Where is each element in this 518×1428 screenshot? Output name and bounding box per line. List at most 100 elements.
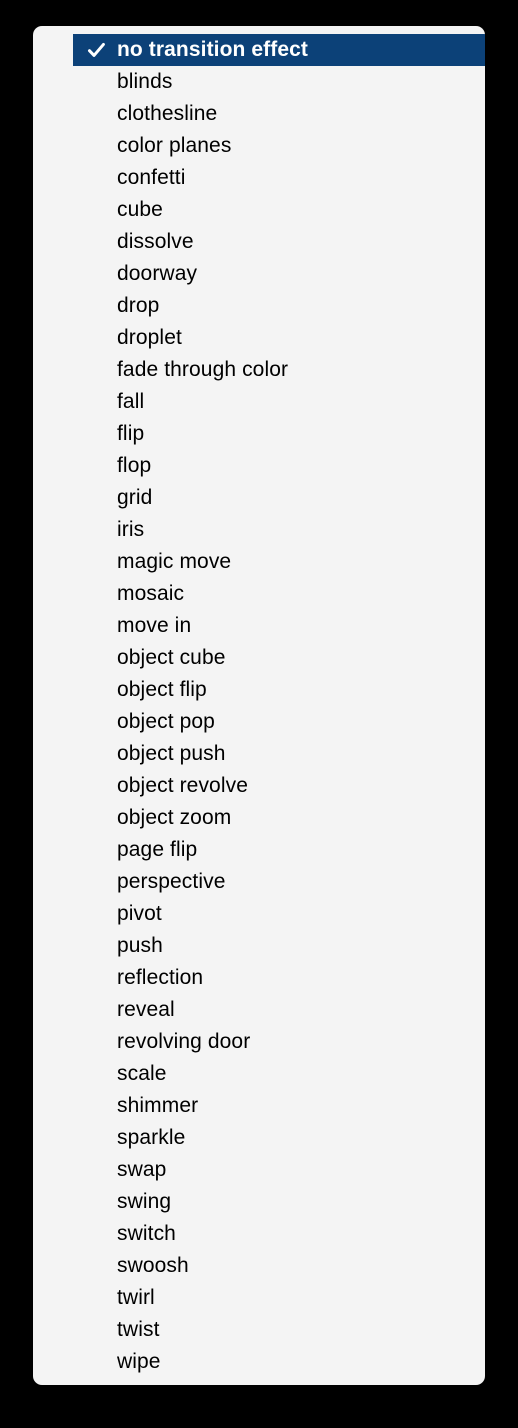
menu-item-move-in[interactable]: move in [73,610,485,642]
checkmark-icon [87,41,106,60]
check-slot [73,937,117,956]
menu-item-object-push[interactable]: object push [73,738,485,770]
menu-item-color-planes[interactable]: color planes [73,130,485,162]
check-slot [73,1257,117,1276]
check-slot [73,361,117,380]
menu-item-page-flip[interactable]: page flip [73,834,485,866]
menu-item-twirl[interactable]: twirl [73,1282,485,1314]
check-slot [73,329,117,348]
check-slot [73,617,117,636]
menu-item-label: cube [117,198,163,221]
check-slot [73,745,117,764]
check-slot [73,809,117,828]
check-slot [73,489,117,508]
check-slot [73,681,117,700]
menu-item-label: swap [117,1158,167,1181]
check-slot [73,1161,117,1180]
menu-item-label: switch [117,1222,176,1245]
menu-item-label: swoosh [117,1254,189,1277]
menu-item-label: no transition effect [117,38,309,61]
menu-item-iris[interactable]: iris [73,514,485,546]
menu-item-label: reflection [117,966,204,989]
check-slot [73,905,117,924]
check-slot [73,105,117,124]
menu-item-label: push [117,934,163,957]
menu-item-sparkle[interactable]: sparkle [73,1122,485,1154]
menu-item-twist[interactable]: twist [73,1314,485,1346]
check-slot [73,969,117,988]
menu-item-grid[interactable]: grid [73,482,485,514]
check-slot [73,393,117,412]
menu-item-no-transition-effect[interactable]: no transition effect [73,34,485,66]
menu-item-label: reveal [117,998,175,1021]
menu-item-shimmer[interactable]: shimmer [73,1090,485,1122]
menu-item-swoosh[interactable]: swoosh [73,1250,485,1282]
menu-item-doorway[interactable]: doorway [73,258,485,290]
check-slot [73,1001,117,1020]
check-slot [73,425,117,444]
menu-item-wipe[interactable]: wipe [73,1346,485,1378]
menu-item-label: blinds [117,70,173,93]
menu-item-switch[interactable]: switch [73,1218,485,1250]
menu-item-label: dissolve [117,230,194,253]
check-slot [73,201,117,220]
menu-item-label: move in [117,614,192,637]
transition-effect-dropdown-menu[interactable]: no transition effect blinds clothesline col… [33,26,485,1385]
menu-item-object-pop[interactable]: object pop [73,706,485,738]
check-slot [73,649,117,668]
menu-item-perspective[interactable]: perspective [73,866,485,898]
menu-item-label: doorway [117,262,198,285]
menu-item-droplet[interactable]: droplet [73,322,485,354]
menu-item-label: grid [117,486,153,509]
menu-item-clothesline[interactable]: clothesline [73,98,485,130]
menu-item-label: revolving door [117,1030,251,1053]
check-slot [73,1193,117,1212]
check-slot [73,1097,117,1116]
menu-item-label: pivot [117,902,162,925]
menu-item-label: object pop [117,710,215,733]
menu-item-swap[interactable]: swap [73,1154,485,1186]
menu-item-swing[interactable]: swing [73,1186,485,1218]
menu-item-label: swing [117,1190,172,1213]
menu-item-label: flip [117,422,145,445]
menu-item-label: mosaic [117,582,185,605]
menu-item-label: sparkle [117,1126,186,1149]
check-slot [73,1033,117,1052]
menu-item-label: fall [117,390,145,413]
menu-item-scale[interactable]: scale [73,1058,485,1090]
menu-item-label: scale [117,1062,167,1085]
check-slot [73,169,117,188]
menu-item-flop[interactable]: flop [73,450,485,482]
menu-item-object-zoom[interactable]: object zoom [73,802,485,834]
menu-item-flip[interactable]: flip [73,418,485,450]
menu-item-label: fade through color [117,358,289,381]
menu-item-label: perspective [117,870,226,893]
menu-item-object-cube[interactable]: object cube [73,642,485,674]
menu-item-drop[interactable]: drop [73,290,485,322]
menu-item-object-revolve[interactable]: object revolve [73,770,485,802]
menu-item-fall[interactable]: fall [73,386,485,418]
menu-item-push[interactable]: push [73,930,485,962]
menu-item-dissolve[interactable]: dissolve [73,226,485,258]
menu-item-cube[interactable]: cube [73,194,485,226]
check-slot [73,457,117,476]
menu-item-pivot[interactable]: pivot [73,898,485,930]
menu-item-fade-through-color[interactable]: fade through color [73,354,485,386]
menu-item-blinds[interactable]: blinds [73,66,485,98]
menu-item-label: object cube [117,646,226,669]
menu-item-label: shimmer [117,1094,199,1117]
menu-item-magic-move[interactable]: magic move [73,546,485,578]
menu-item-mosaic[interactable]: mosaic [73,578,485,610]
check-slot [73,553,117,572]
menu-item-label: magic move [117,550,232,573]
menu-item-label: object push [117,742,226,765]
menu-item-reflection[interactable]: reflection [73,962,485,994]
menu-item-reveal[interactable]: reveal [73,994,485,1026]
menu-item-list: no transition effect blinds clothesline col… [33,26,485,1378]
menu-item-object-flip[interactable]: object flip [73,674,485,706]
menu-item-revolving-door[interactable]: revolving door [73,1026,485,1058]
menu-item-confetti[interactable]: confetti [73,162,485,194]
menu-item-label: clothesline [117,102,218,125]
menu-item-label: object zoom [117,806,232,829]
menu-item-label: flop [117,454,152,477]
